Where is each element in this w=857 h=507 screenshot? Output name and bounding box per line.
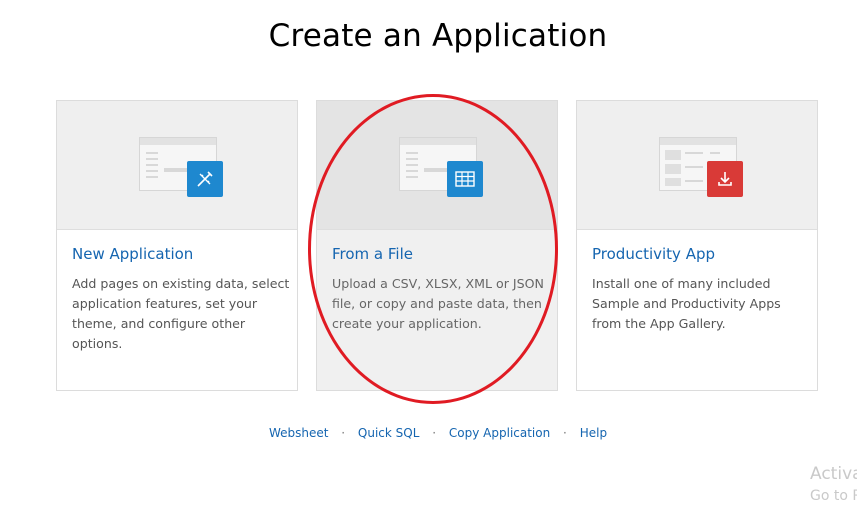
link-separator: · (341, 426, 346, 440)
table-grid-icon (447, 161, 483, 197)
card-illustration (57, 101, 297, 230)
card-illustration (317, 101, 557, 230)
help-link[interactable]: Help (580, 426, 607, 440)
card-title[interactable]: Productivity App (592, 245, 715, 263)
websheet-link[interactable]: Websheet (269, 426, 329, 440)
from-a-file-card[interactable]: From a File Upload a CSV, XLSX, XML or J… (316, 100, 558, 391)
card-description: Add pages on existing data, select appli… (72, 276, 290, 351)
copy-application-link[interactable]: Copy Application (449, 426, 550, 440)
card-description: Upload a CSV, XLSX, XML or JSON file, or… (332, 276, 544, 331)
new-application-card[interactable]: New Application Add pages on existing da… (56, 100, 298, 391)
page-title: Create an Application (268, 18, 608, 54)
card-description: Install one of many included Sample and … (592, 276, 781, 331)
download-icon (707, 161, 743, 197)
quick-sql-link[interactable]: Quick SQL (358, 426, 420, 440)
activation-watermark-line2: Go to P (810, 488, 857, 504)
card-illustration (577, 101, 817, 230)
link-separator: · (432, 426, 437, 440)
pencil-ruler-icon (187, 161, 223, 197)
activation-watermark-line1: Activa (810, 464, 857, 484)
productivity-app-card[interactable]: Productivity App Install one of many inc… (576, 100, 818, 391)
footer-links: Websheet · Quick SQL · Copy Application … (0, 426, 857, 440)
card-title[interactable]: From a File (332, 245, 413, 263)
card-title[interactable]: New Application (72, 245, 193, 263)
link-separator: · (563, 426, 567, 440)
